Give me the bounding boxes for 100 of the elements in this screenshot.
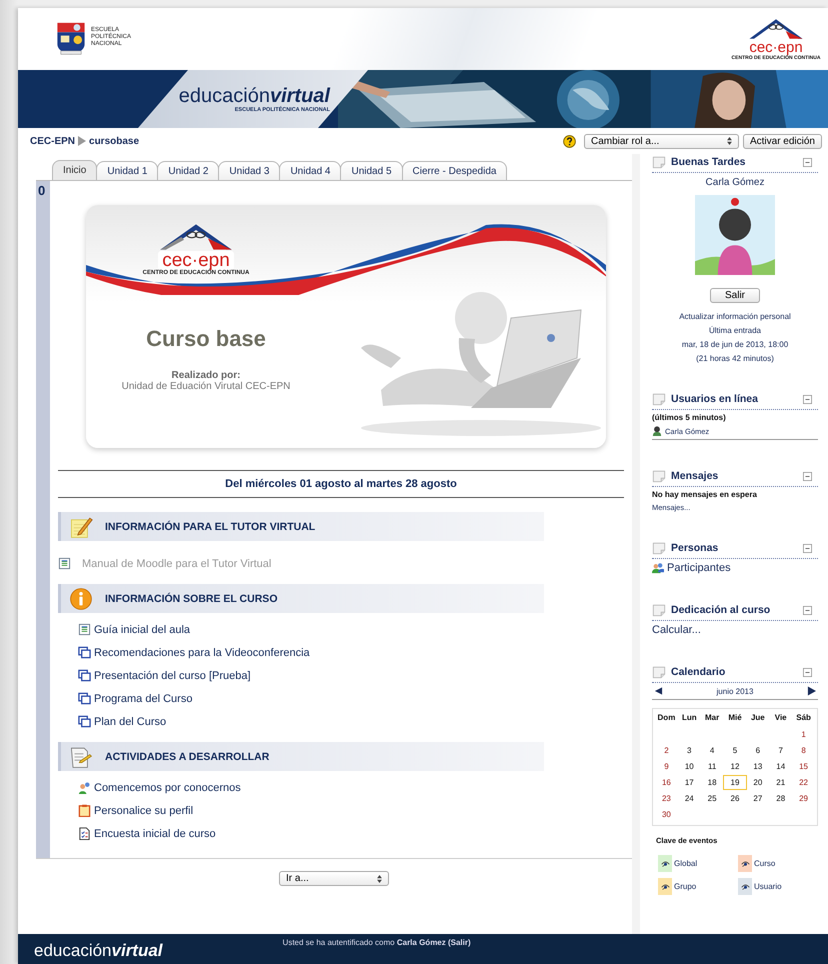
calendar-day[interactable]: 27 [746, 792, 770, 805]
event-type-link[interactable]: Grupo [674, 882, 696, 891]
calendar-day[interactable]: 21 [769, 776, 792, 789]
logout-link[interactable]: (Salir) [448, 938, 471, 947]
logout-button[interactable]: Salir [710, 288, 760, 303]
resource-link[interactable]: Programa del Curso [94, 692, 192, 704]
calendar-day[interactable]: 28 [769, 792, 792, 805]
calendar-day[interactable]: 11 [700, 760, 724, 773]
calendar-day[interactable]: 9 [655, 760, 678, 773]
page-icon [652, 665, 666, 679]
collapse-icon[interactable] [803, 472, 812, 480]
profile-link[interactable]: Actualizar información personal [679, 312, 791, 321]
breadcrumb-link[interactable]: CEC-EPN [30, 136, 76, 146]
tab[interactable]: Cierre - Despedida [402, 161, 508, 180]
notepad-icon [69, 514, 93, 538]
resource-link[interactable]: Recomendaciones para la Videoconferencia [94, 646, 310, 658]
section-title: ACTIVIDADES A DESARROLLAR [105, 750, 270, 762]
tab[interactable]: Unidad 1 [96, 161, 158, 180]
calendar-day[interactable]: 13 [746, 760, 770, 773]
weekday-label: Jue [750, 713, 766, 722]
calendar-day[interactable]: 14 [769, 760, 792, 773]
calendar-day[interactable]: 30 [655, 808, 678, 821]
collapse-icon[interactable] [803, 668, 812, 676]
edit-button[interactable]: Activar edición [742, 134, 822, 148]
dropdown-arrows-icon [377, 874, 382, 882]
windows-icon [78, 715, 91, 728]
collapse-icon[interactable] [803, 158, 812, 166]
tab[interactable]: Unidad 5 [340, 161, 403, 180]
page-icon [652, 603, 666, 617]
calendar-day[interactable]: 19 [724, 776, 746, 789]
logo-text: cec·epn [158, 251, 234, 270]
calendar-day[interactable]: 20 [746, 776, 770, 789]
calendar-day[interactable]: 4 [700, 744, 724, 757]
calendar-day[interactable]: 10 [678, 760, 701, 773]
calendar-day[interactable]: 18 [700, 776, 724, 789]
jump-dropdown[interactable]: Ir a... [279, 871, 389, 886]
month-title: junio 2013 [716, 686, 754, 696]
calendar-day[interactable]: 12 [724, 760, 746, 773]
info-icon [69, 586, 93, 610]
footer-brand: educaciónvirtual [34, 941, 163, 961]
block-title: Buenas Tardes [671, 156, 746, 168]
next-month-icon[interactable] [806, 686, 816, 696]
resource-link[interactable]: Encuesta inicial de curso [94, 828, 216, 840]
calendar-day[interactable]: 8 [792, 744, 815, 757]
weekday-label: Dom [656, 713, 676, 722]
people-icon [652, 562, 664, 574]
calendar-day[interactable]: 3 [678, 744, 701, 757]
calendar-day[interactable]: 22 [792, 776, 815, 789]
calendar-day[interactable]: 1 [792, 728, 815, 741]
section-title: INFORMACIÓN SOBRE EL CURSO [105, 592, 278, 604]
calendar-day[interactable]: 7 [769, 744, 792, 757]
user-name: Carla Gómez [706, 177, 764, 188]
resource-link[interactable]: Comencemos por conocernos [94, 782, 241, 794]
page-icon [652, 541, 666, 555]
collapse-icon[interactable] [803, 394, 812, 404]
checklist-icon [78, 827, 91, 840]
page-icon [58, 557, 71, 570]
avatar-icon [695, 195, 775, 275]
clipboard-icon [78, 804, 91, 817]
tab[interactable]: Unidad 3 [218, 161, 280, 180]
participants-link[interactable]: Participantes [667, 562, 731, 574]
last-login-elapsed: (21 horas 42 minutos) [696, 354, 774, 363]
page-icon [652, 392, 666, 406]
breadcrumb-link[interactable]: cursobase [89, 136, 140, 146]
calculate-link[interactable]: Calcular... [652, 624, 818, 636]
calendar-day[interactable]: 2 [655, 744, 678, 757]
resource-link[interactable]: Presentación del curso [Prueba] [94, 670, 251, 682]
event-type-link[interactable]: Curso [754, 859, 776, 868]
page-icon [652, 155, 666, 169]
resource-link[interactable]: Guía inicial del aula [94, 624, 190, 636]
collapse-icon[interactable] [803, 606, 812, 614]
calendar-day[interactable]: 26 [724, 792, 746, 805]
calendar-day[interactable]: 16 [655, 776, 678, 789]
resource-link[interactable]: Plan del Curso [94, 716, 166, 728]
calendar-day[interactable]: 29 [792, 792, 815, 805]
calendar-day[interactable]: 15 [792, 760, 815, 773]
section-title: INFORMACIÓN PARA EL TUTOR VIRTUAL [105, 520, 316, 532]
role-dropdown[interactable]: Cambiar rol a... [584, 134, 739, 148]
block-title: Personas [671, 542, 720, 554]
tab[interactable]: Inicio [52, 160, 98, 180]
calendar-day[interactable]: 25 [700, 792, 724, 805]
block-title: Usuarios en línea [671, 393, 759, 405]
calendar-day[interactable]: 24 [678, 792, 701, 805]
site-brand: educaciónvirtual [178, 85, 330, 107]
separator-arrow-icon [78, 136, 86, 146]
resource-link[interactable]: Personalice su perfil [94, 804, 194, 816]
event-type-link[interactable]: Usuario [754, 882, 782, 891]
calendar-day[interactable]: 23 [655, 792, 678, 805]
calendar-day[interactable]: 5 [724, 744, 746, 757]
page-icon [652, 469, 666, 483]
collapse-icon[interactable] [803, 544, 812, 552]
calendar-day[interactable]: 17 [678, 776, 701, 789]
course-title: Curso base [146, 326, 266, 352]
help-icon[interactable] [562, 134, 576, 148]
previous-month-icon[interactable] [654, 686, 663, 696]
tab[interactable]: Unidad 4 [279, 161, 342, 180]
calendar-day[interactable]: 6 [746, 744, 770, 757]
windows-icon [78, 646, 91, 659]
event-type-link[interactable]: Global [674, 859, 698, 868]
tab[interactable]: Unidad 2 [157, 161, 220, 180]
